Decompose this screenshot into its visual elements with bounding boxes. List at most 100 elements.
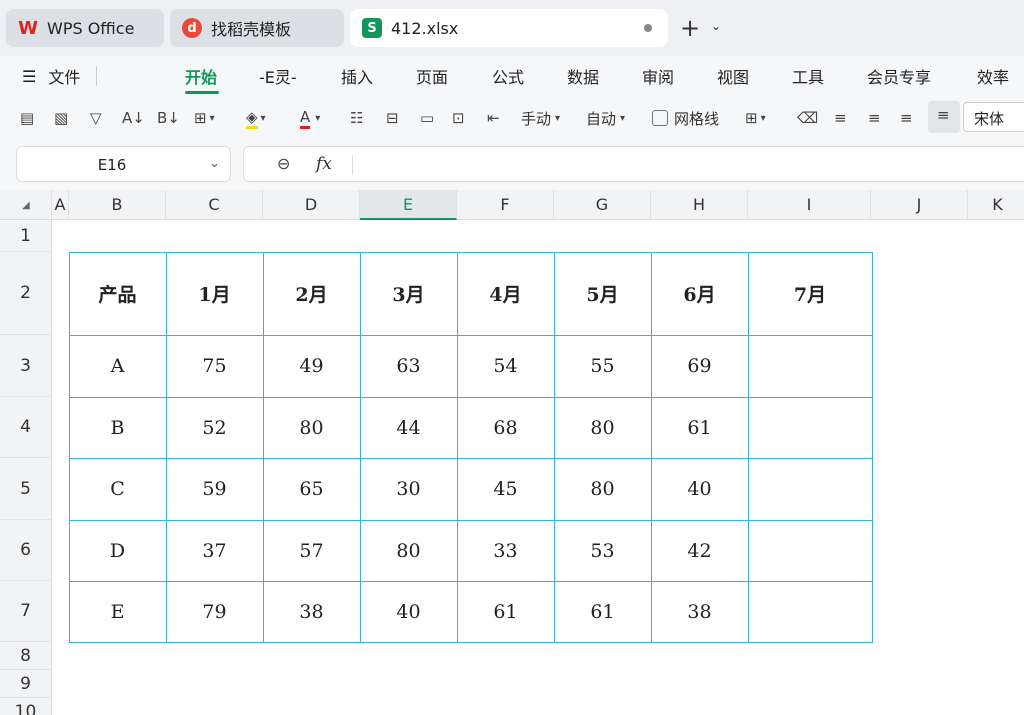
table-header-cell[interactable]: 3月 [360, 252, 458, 336]
align-justify-button[interactable]: ≡ [928, 101, 960, 133]
table-header-cell[interactable]: 1月 [166, 252, 264, 336]
table-cell[interactable]: 63 [360, 335, 458, 398]
tab-docer-templates[interactable]: d 找稻壳模板 [170, 9, 344, 47]
align-center-icon[interactable]: ≡ [868, 106, 881, 130]
file-menu[interactable]: ☰ 文件 [22, 64, 80, 88]
auto-dropdown[interactable]: 自动 ▾ [586, 106, 625, 130]
table-header-cell[interactable]: 7月 [748, 252, 873, 336]
borders-icon[interactable]: ⊞ ▾ [194, 106, 215, 130]
fill-icon[interactable]: ⊡ [452, 106, 465, 130]
manual-dropdown[interactable]: 手动 ▾ [521, 106, 560, 130]
table-cell[interactable] [748, 335, 873, 398]
menu-data[interactable]: 数据 [567, 64, 599, 88]
insert-icon[interactable]: ⇤ [487, 106, 500, 130]
table-cell[interactable]: 33 [457, 520, 555, 582]
font-name-select[interactable]: 宋体 [963, 102, 1024, 132]
table-cell[interactable]: 49 [263, 335, 361, 398]
column-header-b[interactable]: B [69, 190, 166, 220]
table-cell[interactable]: 68 [457, 397, 555, 459]
table-header-cell[interactable]: 4月 [457, 252, 555, 336]
fx-icon[interactable]: fx [316, 154, 332, 174]
menu-e-ling[interactable]: -E灵- [259, 64, 297, 88]
table-cell[interactable]: 65 [263, 458, 361, 521]
table-cell[interactable]: 40 [651, 458, 749, 521]
table-cell[interactable]: E [69, 581, 167, 643]
table-cell[interactable]: D [69, 520, 167, 582]
freeze-panes-icon[interactable]: ⊞ ▾ [745, 106, 766, 130]
table-cell[interactable]: C [69, 458, 167, 521]
formula-input[interactable]: ⊖ fx [243, 146, 1024, 182]
column-header-e[interactable]: E [360, 190, 457, 220]
sort-descending-icon[interactable]: B↓ [157, 106, 180, 130]
table-header-cell[interactable]: 5月 [554, 252, 652, 336]
table-cell[interactable]: 52 [166, 397, 264, 459]
new-tab-icon[interactable]: + [680, 14, 700, 42]
table-cell[interactable] [748, 581, 873, 643]
table-cell[interactable] [748, 520, 873, 582]
select-all-corner[interactable]: ◢ [0, 190, 52, 220]
sort-ascending-icon[interactable]: A↓ [122, 106, 145, 130]
table-cell[interactable]: 38 [651, 581, 749, 643]
gridlines-checkbox[interactable] [652, 110, 668, 126]
menu-home[interactable]: 开始 [185, 64, 217, 88]
clear-format-icon[interactable]: ⌫ [797, 106, 818, 130]
column-header-j[interactable]: J [871, 190, 968, 220]
row-header-4[interactable]: 4 [0, 397, 52, 458]
menu-efficiency[interactable]: 效率 [977, 64, 1009, 88]
row-header-6[interactable]: 6 [0, 520, 52, 581]
menu-formula[interactable]: 公式 [492, 64, 524, 88]
table-header-cell[interactable]: 2月 [263, 252, 361, 336]
table-cell[interactable]: 80 [263, 397, 361, 459]
menu-view[interactable]: 视图 [717, 64, 749, 88]
name-box[interactable]: E16 ⌄ [16, 146, 231, 182]
menu-member[interactable]: 会员专享 [867, 64, 931, 88]
column-header-a[interactable]: A [52, 190, 69, 220]
tab-wps-office[interactable]: W WPS Office [6, 9, 164, 47]
table-cell[interactable]: 30 [360, 458, 458, 521]
gridlines-toggle[interactable]: 网格线 [652, 106, 719, 130]
table-cell[interactable]: 53 [554, 520, 652, 582]
wrap-text-icon[interactable]: ☷ [350, 106, 363, 130]
column-header-c[interactable]: C [166, 190, 263, 220]
table-cell[interactable]: 40 [360, 581, 458, 643]
chevron-down-icon[interactable]: ⌄ [711, 19, 721, 33]
close-tab-icon[interactable] [644, 24, 652, 32]
zoom-search-icon[interactable]: ⊖ [277, 154, 290, 173]
row-header-7[interactable]: 7 [0, 581, 52, 642]
row-header-9[interactable]: 9 [0, 670, 52, 698]
table-header-cell[interactable]: 产品 [69, 252, 167, 336]
row-header-1[interactable]: 1 [0, 220, 52, 252]
table-cell[interactable]: A [69, 335, 167, 398]
table-cell[interactable]: 57 [263, 520, 361, 582]
table-cell[interactable]: 45 [457, 458, 555, 521]
row-header-2[interactable]: 2 [0, 252, 52, 335]
table-cell[interactable]: 61 [651, 397, 749, 459]
table-cell[interactable]: 80 [554, 397, 652, 459]
menu-tools[interactable]: 工具 [792, 64, 824, 88]
fill-color-icon[interactable]: ◈ ▾ [246, 106, 266, 130]
column-header-d[interactable]: D [263, 190, 360, 220]
table-cell[interactable]: 61 [554, 581, 652, 643]
table-cell[interactable]: 80 [554, 458, 652, 521]
column-header-k[interactable]: K [968, 190, 1024, 220]
row-header-10[interactable]: 10 [0, 698, 52, 715]
align-right-icon[interactable]: ≡ [900, 106, 913, 130]
tab-412-xlsx[interactable]: S 412.xlsx [350, 9, 668, 47]
table-header-cell[interactable]: 6月 [651, 252, 749, 336]
table-cell[interactable]: 80 [360, 520, 458, 582]
font-color-icon[interactable]: A ▾ [300, 106, 320, 130]
table-cell[interactable] [748, 397, 873, 459]
column-header-g[interactable]: G [554, 190, 651, 220]
table-cell[interactable]: 61 [457, 581, 555, 643]
row-header-5[interactable]: 5 [0, 458, 52, 520]
merge-cells-icon[interactable]: ⊟ [386, 106, 399, 130]
table-cell[interactable]: B [69, 397, 167, 459]
chevron-down-icon[interactable]: ⌄ [209, 156, 220, 171]
table-cell[interactable] [748, 458, 873, 521]
table-cell[interactable]: 75 [166, 335, 264, 398]
table-cell[interactable]: 42 [651, 520, 749, 582]
column-header-f[interactable]: F [457, 190, 554, 220]
table-cell[interactable]: 55 [554, 335, 652, 398]
paste-format-icon[interactable]: ▧ [54, 106, 68, 130]
column-header-i[interactable]: I [748, 190, 871, 220]
